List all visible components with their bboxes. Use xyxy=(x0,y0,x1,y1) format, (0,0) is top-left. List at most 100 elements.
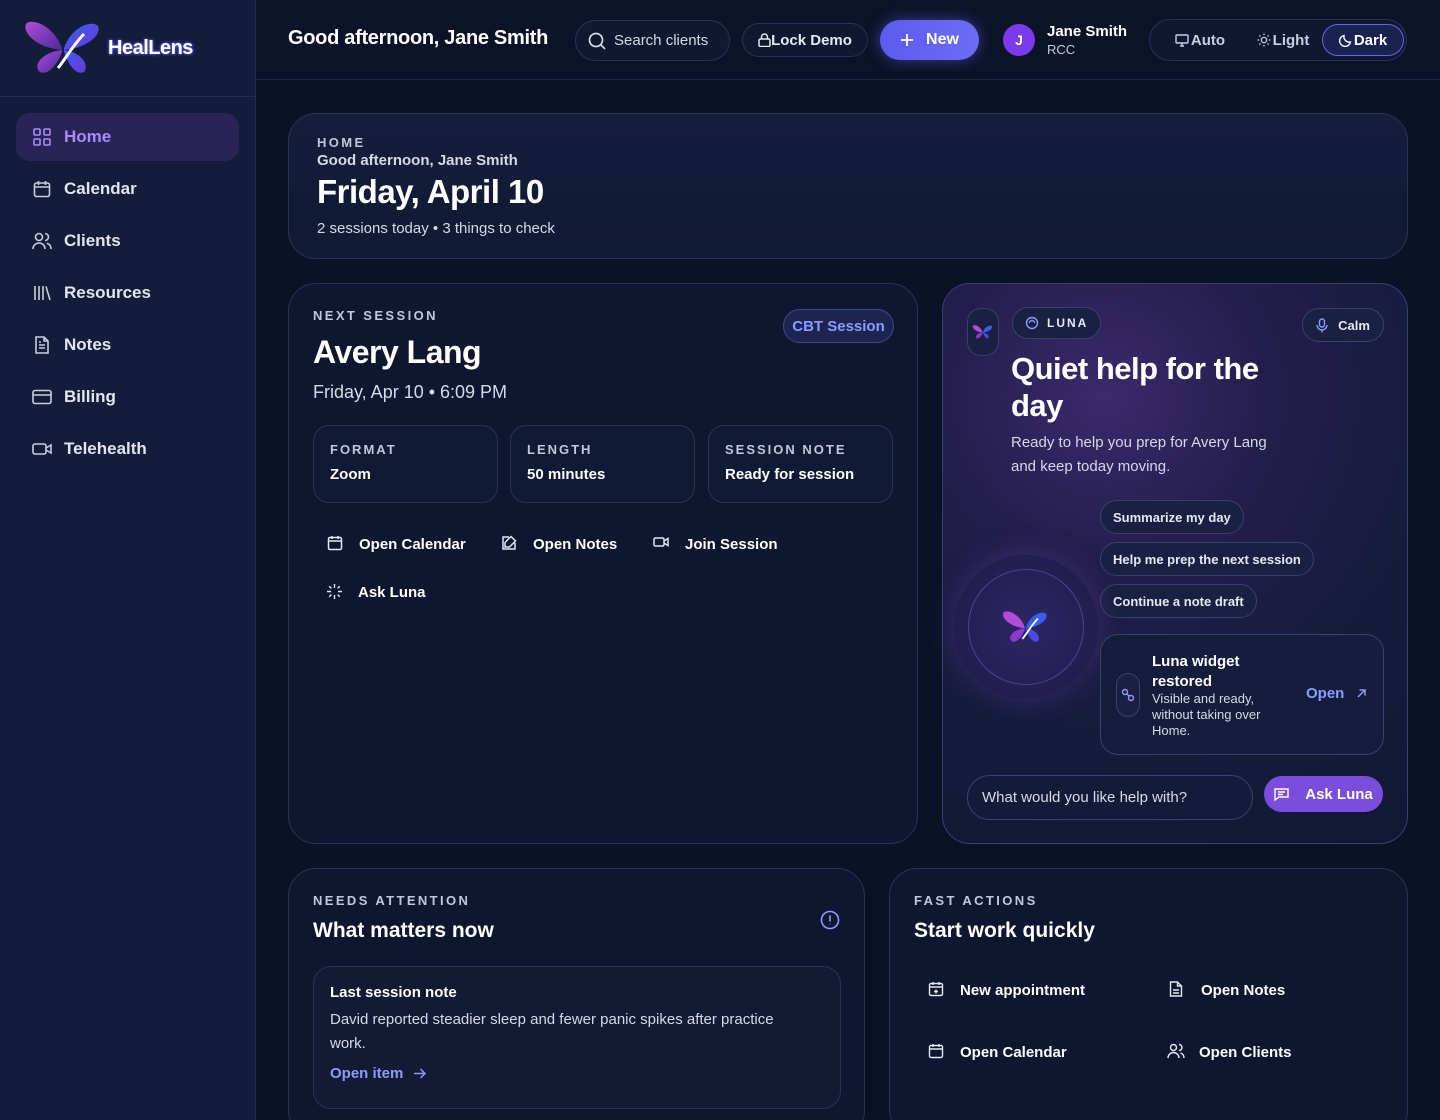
needs-attention-title: What matters now xyxy=(313,919,494,942)
sidebar-item-telehealth[interactable]: Telehealth xyxy=(16,425,239,473)
suggestion-label: Help me prep the next session xyxy=(1113,551,1301,567)
brand-name: HealLens xyxy=(108,36,193,59)
luna-title-line: day xyxy=(1011,388,1063,423)
restored-body-line: Visible and ready, xyxy=(1152,691,1255,706)
fast-open-notes-button[interactable]: Open Notes xyxy=(1169,981,1285,999)
home-hero-card: HOME Good afternoon, Jane Smith Friday, … xyxy=(288,113,1408,259)
luna-orb[interactable] xyxy=(954,555,1098,699)
avatar[interactable]: J xyxy=(1003,24,1035,56)
brand-logo[interactable]: HealLens xyxy=(0,0,255,97)
action-label: Join Session xyxy=(685,535,778,553)
plus-icon xyxy=(901,34,914,46)
library-icon xyxy=(32,283,52,303)
document-icon xyxy=(32,335,52,355)
credit-card-icon xyxy=(32,387,52,407)
sidebar-item-home[interactable]: Home xyxy=(16,113,239,161)
top-bar: Good afternoon, Jane Smith Search client… xyxy=(256,0,1440,80)
sidebar-item-label: Telehealth xyxy=(64,439,147,458)
sun-icon xyxy=(1257,33,1271,47)
edit-note-icon xyxy=(501,535,519,553)
sidebar-item-label: Home xyxy=(64,127,112,146)
user-role: RCC xyxy=(1047,42,1076,57)
theme-option-label: Dark xyxy=(1353,31,1388,49)
suggestion-chip[interactable]: Summarize my day xyxy=(1100,500,1244,534)
search-label: Search clients xyxy=(614,32,709,49)
fast-open-calendar-button[interactable]: Open Calendar xyxy=(928,1043,1067,1061)
hero-eyebrow: HOME xyxy=(317,135,366,150)
ask-luna-button[interactable]: Ask Luna xyxy=(1264,776,1383,812)
client-name: Avery Lang xyxy=(313,334,482,370)
calendar-plus-icon xyxy=(928,981,946,999)
needs-attention-card: NEEDS ATTENTION What matters now Last se… xyxy=(288,868,865,1120)
fast-action-label: New appointment xyxy=(960,981,1086,999)
join-session-button[interactable]: Join Session xyxy=(653,535,778,553)
user-name: Jane Smith xyxy=(1047,23,1128,40)
info-icon[interactable] xyxy=(820,910,840,930)
sidebar-item-calendar[interactable]: Calendar xyxy=(16,165,239,213)
arrow-up-right-icon xyxy=(1357,689,1367,698)
detail-key: FORMAT xyxy=(330,442,397,457)
theme-light-button[interactable]: Light xyxy=(1242,24,1324,56)
detail-value: 50 minutes xyxy=(527,466,606,483)
open-item-link[interactable]: Open item xyxy=(330,1065,824,1082)
arrow-right-icon xyxy=(414,1068,427,1079)
open-calendar-button[interactable]: Open Calendar xyxy=(327,535,466,553)
new-button[interactable]: New xyxy=(880,20,979,60)
fast-actions-title: Start work quickly xyxy=(914,919,1095,942)
lock-demo-button[interactable]: Lock Demo xyxy=(742,23,868,57)
restored-title-line: Luna widget xyxy=(1152,653,1240,670)
attention-item-body: David reported steadier sleep and fewer … xyxy=(330,1008,824,1056)
document-icon xyxy=(1169,981,1187,999)
luna-tag-label: LUNA xyxy=(1047,316,1089,330)
luna-title: Quiet help for the day xyxy=(1011,350,1259,424)
sidebar-item-label: Billing xyxy=(64,387,116,406)
luna-title-line: Quiet help for the xyxy=(1011,351,1259,386)
restored-body-line: Home. xyxy=(1152,723,1191,738)
luna-widget-restored-card: Luna widget restored Visible and ready, … xyxy=(1100,634,1384,755)
detail-value: Zoom xyxy=(330,466,371,483)
luna-help-input[interactable]: What would you like help with? xyxy=(967,775,1253,820)
new-appointment-button[interactable]: New appointment xyxy=(928,981,1085,999)
search-clients-button[interactable]: Search clients xyxy=(575,20,730,61)
restored-open-link[interactable]: Open xyxy=(1306,685,1367,702)
restored-title: Luna widget restored xyxy=(1152,652,1240,692)
fast-open-clients-button[interactable]: Open Clients xyxy=(1167,1043,1292,1061)
calm-mode-button[interactable]: Calm xyxy=(1302,308,1384,342)
hero-summary: 2 sessions today • 3 things to check xyxy=(317,220,555,237)
luna-description-line: Ready to help you prep for Avery Lang xyxy=(1011,434,1267,451)
attention-item-title: Last session note xyxy=(330,984,457,1001)
attention-item-body-line: work. xyxy=(330,1035,366,1052)
grid-icon xyxy=(32,127,52,147)
sidebar-item-notes[interactable]: Notes xyxy=(16,321,239,369)
detail-session-note: SESSION NOTE Ready for session xyxy=(708,425,893,503)
action-label: Open Calendar xyxy=(359,535,466,553)
lock-demo-label: Lock Demo xyxy=(771,31,852,49)
video-icon xyxy=(653,535,671,553)
luna-tag: LUNA xyxy=(1012,307,1102,339)
suggestion-chip[interactable]: Help me prep the next session xyxy=(1100,542,1314,576)
restored-title-line: restored xyxy=(1152,673,1213,690)
sidebar-item-billing[interactable]: Billing xyxy=(16,373,239,421)
ask-luna-label: Ask Luna xyxy=(1305,785,1373,803)
search-icon xyxy=(588,32,606,50)
open-notes-button[interactable]: Open Notes xyxy=(501,535,617,553)
luna-orb-inner xyxy=(968,569,1084,685)
suggestion-chip[interactable]: Continue a note draft xyxy=(1100,584,1257,618)
next-session-eyebrow: NEXT SESSION xyxy=(313,308,438,323)
ask-luna-action-button[interactable]: Ask Luna xyxy=(326,583,426,601)
sidebar-item-clients[interactable]: Clients xyxy=(16,217,239,265)
luna-help-placeholder: What would you like help with? xyxy=(982,789,1188,806)
attention-item: Last session note David reported steadie… xyxy=(313,966,841,1109)
page-greeting: Good afternoon, Jane Smith xyxy=(288,27,548,49)
hero-greeting: Good afternoon, Jane Smith xyxy=(317,152,518,169)
sidebar-item-label: Notes xyxy=(64,335,112,354)
sidebar-item-label: Clients xyxy=(64,231,121,250)
monitor-icon xyxy=(1175,33,1189,47)
theme-auto-button[interactable]: Auto xyxy=(1158,24,1242,56)
sidebar-item-resources[interactable]: Resources xyxy=(16,269,239,317)
fast-action-label: Open Notes xyxy=(1201,981,1286,999)
detail-key: LENGTH xyxy=(527,442,593,457)
sidebar-item-label: Calendar xyxy=(64,179,137,198)
luna-butterfly-badge xyxy=(967,308,999,356)
theme-dark-button[interactable]: Dark xyxy=(1322,24,1404,56)
